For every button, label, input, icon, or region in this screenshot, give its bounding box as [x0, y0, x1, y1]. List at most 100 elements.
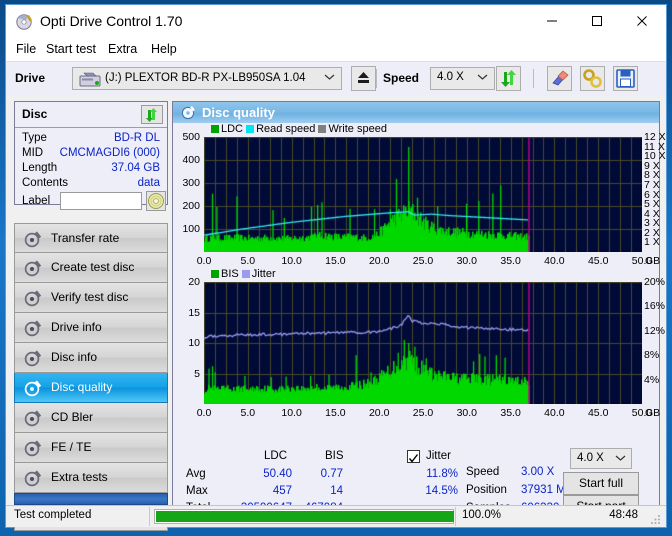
progress-bar: [154, 509, 454, 524]
sidebar-item-label: CD Bler: [51, 410, 94, 424]
save-button[interactable]: [613, 66, 638, 91]
stats-avg-ldc: 50.40: [263, 468, 292, 480]
sidebar-item-fe-te[interactable]: FE / TE: [14, 433, 168, 463]
disc-refresh-button[interactable]: [141, 105, 163, 124]
y2-tick-label: 20%: [644, 276, 666, 288]
x-tick-label: 40.0: [544, 407, 565, 419]
erase-button[interactable]: [547, 66, 572, 91]
stats-avg-bis: 0.77: [320, 468, 343, 480]
test-speed-value: 4.0 X: [577, 452, 604, 464]
y-tick-label: 10: [188, 337, 200, 349]
x-tick-label: 15.0: [325, 407, 346, 419]
menu-item-help[interactable]: Help: [151, 42, 177, 56]
menu-item-extra[interactable]: Extra: [108, 42, 137, 56]
status-bar: Test completed 100.0% 48:48: [6, 505, 666, 527]
menu-item-file[interactable]: File: [16, 42, 36, 56]
eject-button[interactable]: [351, 66, 376, 91]
x-axis-unit-label: GB: [645, 407, 661, 419]
disc-label-caption: Label: [22, 195, 51, 207]
menu-item-start-test[interactable]: Start test: [46, 42, 96, 56]
x-axis-unit-label: GB: [645, 255, 661, 267]
disc-quality-icon: [24, 380, 42, 397]
jitter-checkbox[interactable]: [407, 450, 420, 463]
x-tick-label: 5.0: [240, 255, 256, 267]
stats-row-label-avg: Avg: [186, 468, 206, 480]
disc-length-label: Length: [22, 162, 58, 174]
legend-label-ldc: LDC: [221, 123, 247, 135]
drive-select[interactable]: (J:) PLEXTOR BD-R PX-LB950SA 1.04: [72, 67, 342, 90]
sidebar-item-disc-info[interactable]: Disc info: [14, 343, 168, 373]
stats-header-ldc: LDC: [264, 450, 288, 462]
stats-max-bis: 14: [330, 485, 343, 497]
disc-mid-value: CMCMAGDI6 (000): [59, 147, 160, 159]
x-tick-label: 10.0: [281, 407, 302, 419]
y2-tick-label: 8%: [644, 349, 660, 362]
sidebar-item-transfer-rate[interactable]: Transfer rate: [14, 223, 168, 253]
sidebar-item-disc-quality[interactable]: Disc quality: [14, 373, 168, 403]
tools-button[interactable]: [580, 66, 605, 91]
ldc-chart-legend: LDC Read speed Write speed: [211, 123, 387, 135]
refresh-button[interactable]: [496, 66, 521, 91]
drive-select-value: (J:) PLEXTOR BD-R PX-LB950SA 1.04: [105, 72, 306, 84]
x-tick-label: 0.0: [196, 407, 212, 419]
sidebar-item-label: Extra tests: [51, 470, 108, 484]
start-full-button[interactable]: Start full: [563, 472, 639, 495]
x-tick-label: 45.0: [587, 407, 609, 419]
ldc-chart: LDC Read speed Write speed 100 200 300 400 5…: [173, 123, 665, 268]
app-window: Opti Drive Control 1.70 File Start test …: [5, 4, 667, 531]
resize-grip-icon[interactable]: [650, 513, 662, 525]
sidebar-item-label: Drive info: [51, 320, 102, 334]
disc-quality-icon: [181, 106, 195, 120]
sidebar-item-drive-info[interactable]: Drive info: [14, 313, 168, 343]
x-tick-label: 20.0: [368, 407, 390, 419]
nav-accent-strip: [14, 493, 168, 505]
maximize-button[interactable]: [575, 5, 619, 36]
disc-label-button[interactable]: [146, 191, 166, 211]
sidebar-item-create-test-disc[interactable]: Create test disc: [14, 253, 168, 283]
stats-header-bis: BIS: [325, 450, 344, 462]
y-tick-label: 5: [194, 367, 200, 380]
y-tick-label: 400: [182, 154, 200, 166]
stats-avg-jitter: 11.8%: [426, 468, 458, 480]
position-stat-label: Position: [466, 484, 507, 496]
x-tick-label: 10.0: [281, 255, 302, 267]
y-tick-label: 20: [188, 276, 200, 288]
toolbar-separator: [376, 69, 377, 88]
y2-tick-label: 12%: [644, 324, 666, 337]
test-speed-select[interactable]: 4.0 X: [570, 448, 632, 469]
title-bar: Opti Drive Control 1.70: [6, 5, 666, 39]
close-button[interactable]: [620, 5, 664, 36]
y-tick-label: 500: [182, 131, 200, 143]
disc-box-header: Disc: [15, 102, 167, 128]
desktop-background: Opti Drive Control 1.70 File Start test …: [0, 0, 672, 536]
speed-select[interactable]: 4.0 X: [430, 67, 495, 90]
sidebar-item-verify-test-disc[interactable]: Verify test disc: [14, 283, 168, 313]
chevron-down-icon: [324, 74, 335, 80]
disc-length-value: 37.04 GB: [111, 162, 160, 174]
disc-contents-value: data: [137, 177, 160, 189]
drive-label: Drive: [15, 71, 46, 85]
disc-bler-icon: [24, 410, 42, 427]
sidebar-item-extra-tests[interactable]: Extra tests: [14, 463, 168, 493]
stats-max-jitter: 14.5%: [425, 485, 458, 497]
disc-transfer-icon: [24, 231, 42, 248]
disc-create-icon: [24, 260, 42, 277]
y-tick-label: 100: [182, 223, 200, 235]
status-message: Test completed: [14, 509, 92, 521]
nav-list: Transfer rate Create test disc Verify test…: [14, 223, 168, 493]
y2-tick-label: 12 X: [644, 131, 666, 143]
elapsed-time: 48:48: [609, 509, 638, 521]
y-tick-label: 200: [182, 200, 200, 212]
disc-info-icon: [24, 350, 42, 367]
disc-extra-icon: [24, 470, 42, 487]
x-tick-label: 45.0: [587, 255, 609, 267]
progress-bar-fill: [156, 511, 454, 522]
speed-select-value: 4.0 X: [437, 71, 464, 83]
disc-label-input[interactable]: [60, 192, 142, 210]
x-tick-label: 35.0: [500, 407, 521, 419]
sidebar-item-cd-bler[interactable]: CD Bler: [14, 403, 168, 433]
disc-icon: [16, 14, 32, 30]
menu-bar: File Start test Extra Help: [6, 39, 666, 61]
disc-fete-icon: [24, 440, 42, 457]
minimize-button[interactable]: [530, 5, 574, 36]
